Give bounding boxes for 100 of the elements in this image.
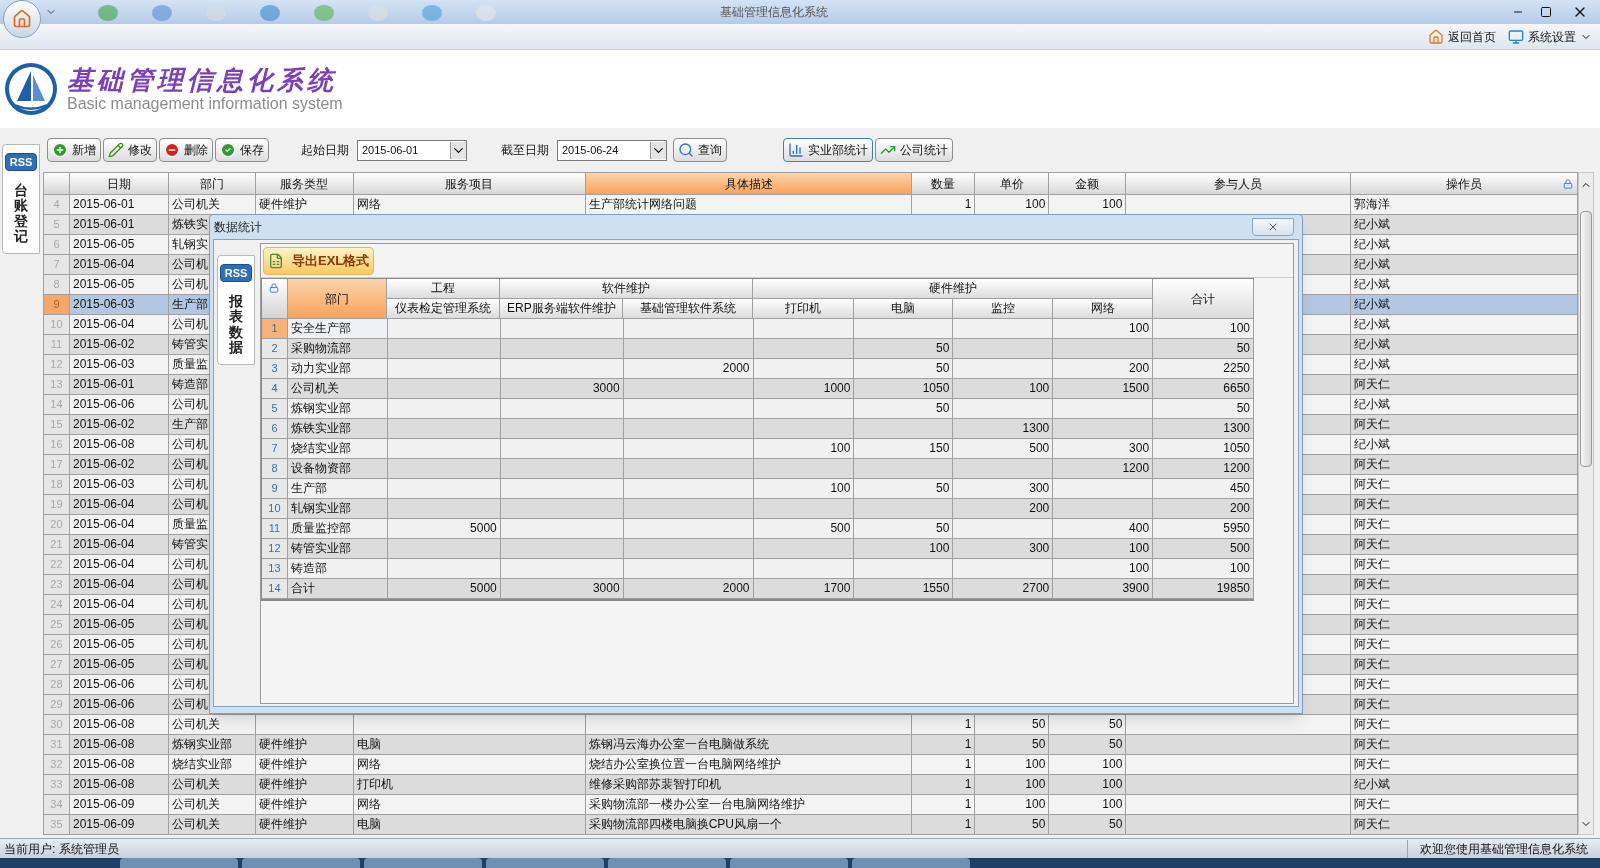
table-row[interactable]: 31 2015-06-08 炼钢实业部 硬件维护 电脑 炼钢冯云海办公室一台电脑做系统 1 50 50 阿天仁 [44, 735, 1578, 755]
minus-icon [164, 142, 180, 158]
menu-item[interactable]: 系统设置 [1508, 27, 1592, 46]
toolbar-button[interactable]: 新增 [47, 138, 101, 162]
toolbar-button[interactable]: 删除 [159, 138, 213, 162]
row-number[interactable]: 12 [262, 539, 288, 559]
monitor-icon [1508, 28, 1524, 45]
app-icon[interactable] [97, 3, 119, 21]
bar-chart-icon [788, 142, 804, 158]
dropdown-icon [650, 141, 666, 159]
row-number[interactable]: 4 [262, 379, 288, 399]
row-number: 18 [44, 475, 70, 495]
taskbar-button[interactable] [242, 858, 360, 868]
column-header[interactable]: 操作员 [1351, 173, 1578, 195]
column-header[interactable]: 服务类型 [255, 173, 354, 195]
taskbar-button[interactable] [852, 858, 970, 868]
row-number[interactable]: 7 [262, 439, 288, 459]
toolbar-button[interactable]: 公司统计 [875, 138, 953, 162]
query-button[interactable]: 查询 [673, 138, 727, 162]
table-cell: 5000 [387, 579, 501, 599]
window-title: 基础管理信息化系统 [720, 4, 828, 21]
table-row[interactable]: 4 2015-06-01 公司机关 硬件维护 网络 生产部统计网络问题 1 100 100 郭海洋 [44, 195, 1578, 215]
taskbar-button[interactable] [730, 858, 848, 868]
table-cell: 19850 [1153, 579, 1255, 599]
table-cell: 电脑 [353, 815, 586, 835]
side-tab[interactable]: RSS 报表数据 [217, 255, 255, 365]
table-cell: 1550 [854, 579, 954, 599]
row-number[interactable]: 14 [262, 579, 288, 599]
date-field[interactable]: 2015-06-24 [557, 139, 667, 161]
column-header[interactable]: 金额 [1049, 173, 1127, 195]
column-header[interactable]: 部门 [168, 173, 256, 195]
export-button[interactable]: 导出EXL格式 [263, 246, 375, 275]
scrollbar[interactable] [1578, 172, 1594, 835]
row-number: 15 [44, 415, 70, 435]
column-header: 仪表检定管理系统 [387, 299, 501, 319]
row-number: 35 [44, 815, 70, 835]
table-cell: 合计 [287, 579, 388, 599]
menu-item[interactable]: 返回首页 [1428, 27, 1496, 46]
column-header: 网络 [1053, 299, 1154, 319]
app-icon[interactable] [367, 3, 389, 21]
toolbar-button[interactable]: 修改 [103, 138, 157, 162]
search-icon [678, 142, 694, 158]
column-header[interactable]: 具体描述 [585, 173, 913, 195]
row-number: 10 [44, 315, 70, 335]
column-header[interactable]: 参与人员 [1126, 173, 1352, 195]
row-number[interactable]: 9 [262, 479, 288, 499]
row-number: 26 [44, 635, 70, 655]
table-row[interactable]: 35 2015-06-09 公司机关 硬件维护 电脑 采购物流部四楼电脑换CPU风扇一个 1 50 50 阿天仁 [44, 815, 1578, 835]
table-row[interactable]: 32 2015-06-08 烧结实业部 硬件维护 网络 烧结办公室换位置一台电脑网络维护 1 100 100 阿天仁 [44, 755, 1578, 775]
app-menu-button[interactable] [3, 0, 41, 38]
side-tab[interactable]: RSS 台账登记 [2, 144, 40, 254]
row-number[interactable]: 6 [262, 419, 288, 439]
app-icon[interactable] [421, 3, 443, 21]
column-header[interactable]: 日期 [70, 173, 169, 195]
close-button[interactable] [1252, 218, 1294, 236]
status-welcome: 欢迎您使用基础管理信息化系统 [1407, 839, 1600, 858]
date-field[interactable]: 2015-06-01 [357, 139, 467, 161]
sailboat-logo-icon [3, 61, 59, 117]
table-row[interactable]: 33 2015-06-08 公司机关 硬件维护 打印机 维修采购部苏裴智打印机 1 100 100 纪小斌 [44, 775, 1578, 795]
row-number[interactable]: 10 [262, 499, 288, 519]
check-icon [220, 142, 236, 158]
spreadsheet-icon [268, 252, 284, 269]
row-number: 25 [44, 615, 70, 635]
row-number[interactable]: 3 [262, 359, 288, 379]
row-number[interactable]: 13 [262, 559, 288, 579]
table-cell: 采购物流部四楼电脑换CPU风扇一个 [585, 815, 913, 835]
row-number[interactable]: 11 [262, 519, 288, 539]
column-header[interactable]: 单价 [975, 173, 1050, 195]
app-icon[interactable] [475, 3, 497, 21]
row-number: 21 [44, 535, 70, 555]
table-cell: 50 [975, 815, 1050, 835]
taskbar-button[interactable] [364, 858, 482, 868]
table-row[interactable]: 30 2015-06-08 公司机关 1 50 50 阿天仁 [44, 715, 1578, 735]
plus-icon [52, 142, 68, 158]
date-label: 起始日期 [300, 142, 349, 159]
table-row[interactable]: 34 2015-06-09 公司机关 硬件维护 网络 采购物流部一楼办公室一台电脑网络维护 1 100 100 阿天仁 [44, 795, 1578, 815]
column-header[interactable]: 服务项目 [353, 173, 586, 195]
row-number[interactable]: 2 [262, 339, 288, 359]
row-number[interactable]: 8 [262, 459, 288, 479]
toolbar-button[interactable]: 实业部统计 [783, 138, 873, 162]
scrollbar-thumb[interactable] [1580, 211, 1592, 467]
row-number[interactable]: 5 [262, 399, 288, 419]
row-number: 30 [44, 715, 70, 735]
app-icon[interactable] [259, 3, 281, 21]
row-number: 12 [44, 355, 70, 375]
column-header: 监控 [953, 299, 1054, 319]
taskbar-button[interactable] [120, 858, 238, 868]
lock-icon [1563, 178, 1573, 189]
row-number: 7 [44, 255, 70, 275]
row-number: 11 [44, 335, 70, 355]
taskbar-button[interactable] [608, 858, 726, 868]
toolbar-button[interactable]: 保存 [215, 138, 269, 162]
app-icon[interactable] [151, 3, 173, 21]
taskbar-button[interactable] [486, 858, 604, 868]
app-icon[interactable] [205, 3, 227, 21]
app-icon[interactable] [313, 3, 335, 21]
column-header[interactable]: 数量 [912, 173, 976, 195]
table-cell: 2700 [953, 579, 1054, 599]
column-header: 电脑 [854, 299, 954, 319]
row-number: 22 [44, 555, 70, 575]
